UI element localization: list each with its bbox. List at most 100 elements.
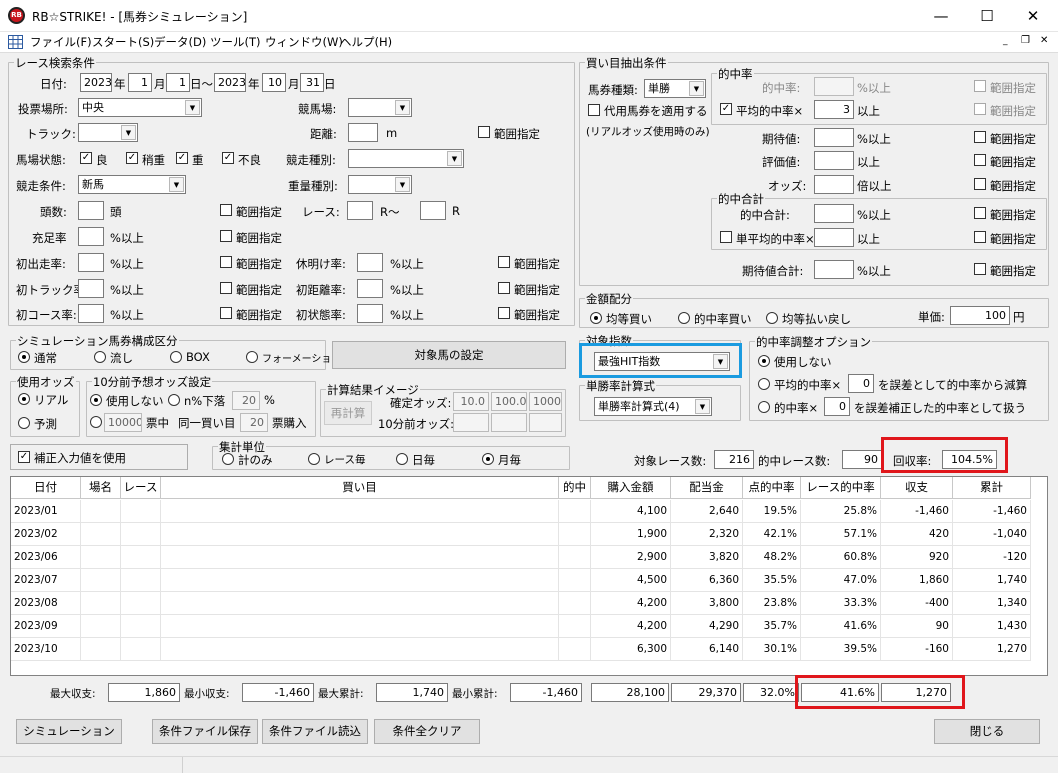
substitute-ticket-checkbox[interactable] [588,104,600,116]
first-run-field[interactable] [78,253,104,272]
minimize-button[interactable]: — [918,0,964,32]
avg-hit-field[interactable]: 3 [814,100,854,119]
target-horse-button[interactable]: 対象馬の設定 [332,341,566,369]
adjust-hit-field[interactable]: 0 [824,397,850,416]
race-from-field[interactable] [347,201,373,220]
agg-month-radio[interactable] [482,453,494,465]
agg-total-radio[interactable] [222,453,234,465]
single-avg-range-checkbox[interactable] [974,231,986,243]
col-bet-header[interactable]: 買い目 [161,477,559,499]
race-kind-select[interactable]: ▼ [348,149,464,168]
hit-rate-buy-radio[interactable] [678,312,690,324]
odds-range-checkbox[interactable] [974,178,986,190]
fill-range-checkbox[interactable] [220,230,232,242]
start-year-field[interactable]: 2023 [80,73,112,92]
first-condition-field[interactable] [357,304,383,323]
mdi-close-icon[interactable]: ✕ [1040,35,1048,46]
avg-hit-checkbox[interactable]: ✓ [720,103,732,115]
avg-hit-range-checkbox[interactable] [974,103,986,115]
real-odds-radio[interactable] [18,393,30,405]
venue-select[interactable]: 中央 ▼ [78,98,202,117]
close-button[interactable]: 閉じる [934,719,1040,744]
evaluation-field[interactable] [814,151,854,170]
agg-race-radio[interactable] [308,453,320,465]
odds-field[interactable] [814,175,854,194]
equal-payout-radio[interactable] [766,312,778,324]
unit-price-field[interactable]: 100 [950,306,1010,325]
results-table[interactable]: 日付 2023/01 2023/02 2023/06 2023/07 2023/08 202… [10,476,1048,676]
single-avg-checkbox[interactable] [720,231,732,243]
ticket-buy-field[interactable]: 20 [240,413,268,432]
menu-file[interactable]: ファイル(F) [30,34,92,50]
start-day-field[interactable]: 1 [166,73,190,92]
load-conditions-button[interactable]: 条件ファイル読込 [262,719,368,744]
race-to-field[interactable] [420,201,446,220]
col-venue-header[interactable]: 場名 [81,477,121,499]
first-distance-range-checkbox[interactable] [498,282,510,294]
weight-kind-select[interactable]: ▼ [348,175,412,194]
first-run-range-checkbox[interactable] [220,256,232,268]
recalc-button[interactable]: 再計算 [324,401,372,425]
col-date-header[interactable]: 日付 [11,477,81,499]
hit-rate-range-checkbox[interactable] [974,80,986,92]
ticket-type-select[interactable]: 単勝 ▼ [644,79,706,98]
mdi-minimize-icon[interactable]: _ [1003,36,1008,46]
correction-checkbox[interactable]: ✓ [18,451,30,463]
distance-range-checkbox[interactable] [478,126,490,138]
adjust-avg-radio[interactable] [758,378,770,390]
menu-tool[interactable]: ツール(T) [210,34,261,50]
menu-data[interactable]: データ(D) [154,34,206,50]
heads-field[interactable] [78,201,104,220]
cond-good-checkbox[interactable]: ✓ [80,152,92,164]
formation-radio[interactable] [246,351,258,363]
first-course-field[interactable] [78,304,104,323]
menu-start[interactable]: スタート(S) [92,34,154,50]
surface-select[interactable]: ▼ [78,123,138,142]
end-day-field[interactable]: 31 [300,73,324,92]
col-payout-header[interactable]: 配当金 [671,477,743,499]
col-race-hit-header[interactable]: レース的中率 [801,477,881,499]
normal-radio[interactable] [18,351,30,363]
expectation-range-checkbox[interactable] [974,131,986,143]
menu-window[interactable]: ウィンドウ(W) [265,34,343,50]
nagashi-radio[interactable] [94,351,106,363]
predicted-odds-radio[interactable] [18,417,30,429]
equal-buy-radio[interactable] [590,312,602,324]
ten-min-off-radio[interactable] [90,394,102,406]
close-window-button[interactable]: ✕ [1010,0,1056,32]
track-select[interactable]: ▼ [348,98,412,117]
col-income-header[interactable]: 収支 [881,477,953,499]
single-avg-field[interactable] [814,228,854,247]
expectation-field[interactable] [814,128,854,147]
first-distance-field[interactable] [357,279,383,298]
layoff-field[interactable] [357,253,383,272]
save-conditions-button[interactable]: 条件ファイル保存 [152,719,258,744]
layoff-range-checkbox[interactable] [498,256,510,268]
heads-range-checkbox[interactable] [220,204,232,216]
col-race-header[interactable]: レース [121,477,161,499]
end-year-field[interactable]: 2023 [214,73,246,92]
start-month-field[interactable]: 1 [128,73,152,92]
cond-heavy-checkbox[interactable]: ✓ [176,152,188,164]
expectation-sum-field[interactable] [814,260,854,279]
fill-rate-field[interactable] [78,227,104,246]
first-track-range-checkbox[interactable] [220,282,232,294]
mdi-restore-icon[interactable]: ❐ [1021,35,1030,46]
race-condition-select[interactable]: 新馬 ▼ [78,175,186,194]
maximize-button[interactable]: ☐ [964,0,1010,32]
n-pct-field[interactable]: 20 [232,391,260,410]
ticket-total-field[interactable]: 10000 [104,413,142,432]
evaluation-range-checkbox[interactable] [974,154,986,166]
first-course-range-checkbox[interactable] [220,307,232,319]
simulation-button[interactable]: シミュレーション [16,719,122,744]
single-rate-formula-select[interactable]: 単勝率計算式(4) ▼ [594,397,712,416]
ticket-count-radio[interactable] [90,416,102,428]
end-month-field[interactable]: 10 [262,73,286,92]
col-cumulative-header[interactable]: 累計 [953,477,1031,499]
n-pct-drop-radio[interactable] [168,394,180,406]
adjust-hit-radio[interactable] [758,401,770,413]
adjust-none-radio[interactable] [758,355,770,367]
adjust-avg-field[interactable]: 0 [848,374,874,393]
first-condition-range-checkbox[interactable] [498,307,510,319]
hit-sum-field[interactable] [814,204,854,223]
